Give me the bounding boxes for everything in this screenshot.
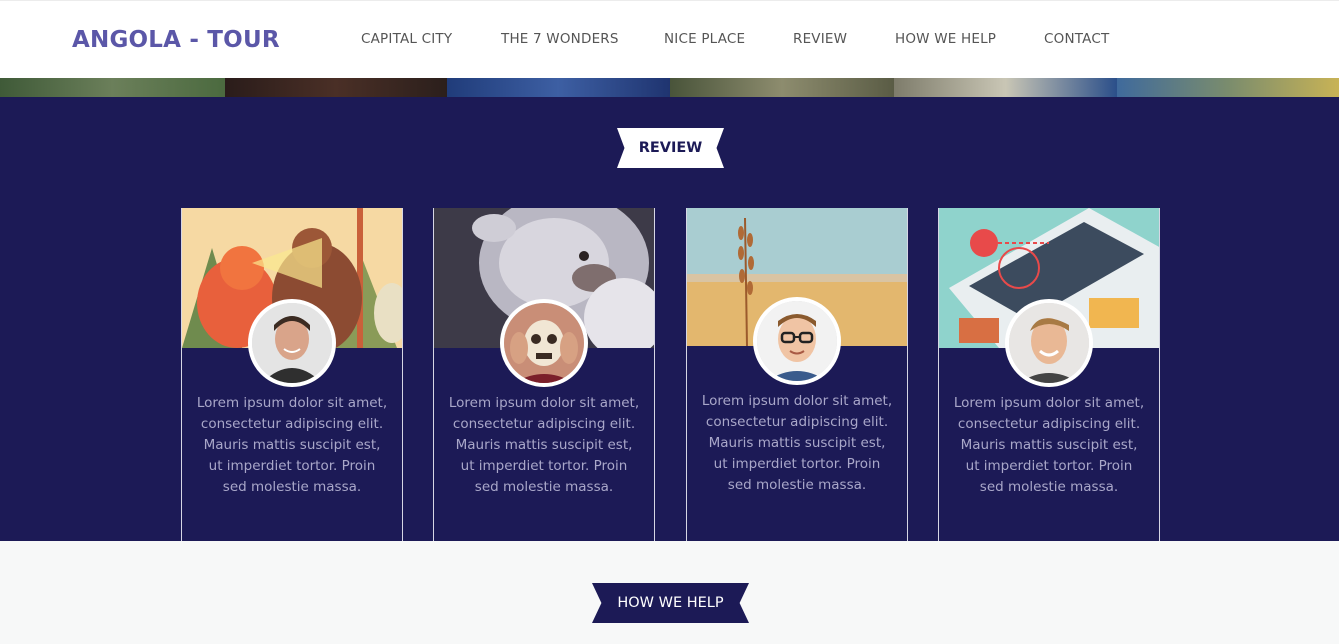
main-nav: CAPITAL CITY THE 7 WONDERS NICE PLACE RE… xyxy=(0,31,1339,51)
review-heading-ribbon: REVIEW xyxy=(617,128,724,168)
hero-banner-strip xyxy=(0,78,1339,97)
review-text: Lorem ipsum dolor sit amet, consectetur … xyxy=(196,395,388,495)
nav-item-contact[interactable]: CONTACT xyxy=(1044,31,1109,47)
review-section: REVIEW Lorem ipsum dolor sit amet, conse… xyxy=(0,97,1339,541)
how-we-help-heading: HOW WE HELP xyxy=(617,595,724,611)
review-card: Lorem ipsum dolor sit amet, consectetur … xyxy=(181,208,403,541)
review-card: Lorem ipsum dolor sit amet, consectetur … xyxy=(686,208,908,541)
how-we-help-heading-ribbon: HOW WE HELP xyxy=(592,583,749,623)
skull-mask-avatar xyxy=(500,299,588,387)
nav-item-review[interactable]: REVIEW xyxy=(793,31,847,47)
review-card: Lorem ipsum dolor sit amet, consectetur … xyxy=(938,208,1160,541)
navbar: ANGOLA - TOUR CAPITAL CITY THE 7 WONDERS… xyxy=(0,0,1339,78)
review-text: Lorem ipsum dolor sit amet, consectetur … xyxy=(448,395,640,495)
nav-item-capital-city[interactable]: CAPITAL CITY xyxy=(361,31,452,47)
how-we-help-section: HOW WE HELP xyxy=(0,541,1339,644)
young-man-avatar xyxy=(1005,299,1093,387)
review-heading: REVIEW xyxy=(638,140,703,156)
smiling-man-avatar xyxy=(248,299,336,387)
review-text: Lorem ipsum dolor sit amet, consectetur … xyxy=(701,393,893,493)
man-with-glasses-avatar xyxy=(753,297,841,385)
nav-item-how-we-help[interactable]: HOW WE HELP xyxy=(895,31,996,47)
nav-item-7-wonders[interactable]: THE 7 WONDERS xyxy=(501,31,619,47)
nav-item-nice-place[interactable]: NICE PLACE xyxy=(664,31,745,47)
review-text: Lorem ipsum dolor sit amet, consectetur … xyxy=(953,395,1145,495)
review-card: Lorem ipsum dolor sit amet, consectetur … xyxy=(433,208,655,541)
